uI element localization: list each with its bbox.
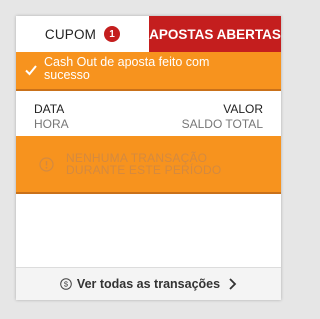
tab-cupom[interactable]: CUPOM 1 xyxy=(16,16,149,52)
empty-list-area xyxy=(16,194,281,252)
tab-cupom-label: CUPOM xyxy=(44,26,97,42)
column-hora: HORA xyxy=(34,117,69,131)
coin-icon: $ xyxy=(60,278,72,290)
view-all-transactions-label: Ver todas as transações xyxy=(76,277,221,291)
empty-message-text: NENHUMA TRANSAÇÃO DURANTE ESTE PERÍODO xyxy=(66,152,221,176)
notification-message: Cash Out de aposta feito com sucesso xyxy=(44,55,210,82)
column-saldo-total: SALDO TOTAL xyxy=(181,117,263,131)
check-icon xyxy=(25,65,37,76)
betslip-widget: CUPOM 1 APOSTAS ABERTAS Cash Out de apos… xyxy=(16,16,281,300)
column-data: DATA xyxy=(34,102,65,116)
empty-message-line2: DURANTE ESTE PERÍODO xyxy=(66,163,222,177)
chevron-right-icon xyxy=(229,278,237,290)
view-all-transactions-link[interactable]: $ Ver todas as transações xyxy=(16,267,281,300)
cupom-count-badge: 1 xyxy=(104,26,121,42)
tab-bar: CUPOM 1 APOSTAS ABERTAS xyxy=(16,16,281,52)
cashout-success-notification: Cash Out de aposta feito com sucesso xyxy=(16,52,281,91)
svg-text:$: $ xyxy=(64,280,69,289)
info-icon xyxy=(39,156,54,172)
tab-apostas-abertas[interactable]: APOSTAS ABERTAS xyxy=(149,16,281,52)
column-valor: VALOR xyxy=(223,102,263,116)
transactions-header: DATA HORA VALOR SALDO TOTAL xyxy=(16,91,281,131)
empty-transactions-message: NENHUMA TRANSAÇÃO DURANTE ESTE PERÍODO xyxy=(16,136,281,194)
tab-apostas-abertas-label: APOSTAS ABERTAS xyxy=(149,26,281,42)
